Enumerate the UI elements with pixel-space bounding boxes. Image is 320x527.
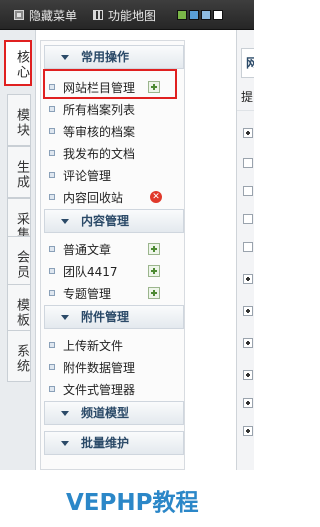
menu-item-articles[interactable]: 普通文章: [49, 239, 111, 259]
expand-icon[interactable]: [243, 338, 253, 348]
menu-item-file-manager[interactable]: 文件式管理器: [49, 379, 135, 399]
menu-item-label: 团队4417: [63, 264, 118, 279]
add-icon[interactable]: [148, 287, 160, 299]
bullet-icon: [49, 386, 55, 392]
menu-item-label: 附件数据管理: [63, 360, 136, 375]
content-tab[interactable]: 网: [241, 48, 254, 78]
menu-item-recycle-bin[interactable]: 内容回收站: [49, 187, 123, 207]
bullet-icon: [49, 128, 55, 134]
section-title: 附件管理: [81, 310, 130, 324]
content-panel: 网 提: [236, 30, 254, 470]
tab-system[interactable]: 系统: [7, 330, 31, 382]
menu-item-label: 内容回收站: [63, 190, 124, 205]
add-icon[interactable]: [148, 243, 160, 255]
side-menu: 常用操作 网站栏目管理 所有档案列表 等审核的档案 我发布的文档 评论管理 内容…: [40, 40, 185, 470]
row-checkbox[interactable]: [243, 158, 253, 168]
hide-menu-button[interactable]: 隐藏菜单: [14, 8, 78, 23]
bullet-icon: [49, 246, 55, 252]
section-title: 常用操作: [81, 50, 130, 64]
theme-swatch-blue[interactable]: [189, 10, 199, 20]
expand-icon[interactable]: [243, 274, 253, 284]
expand-icon[interactable]: [243, 370, 253, 380]
highlight-box: [43, 69, 177, 99]
menu-item-my-documents[interactable]: 我发布的文档: [49, 143, 135, 163]
menu-item-upload[interactable]: 上传新文件: [49, 335, 123, 355]
tab-members[interactable]: 会员: [7, 236, 31, 288]
chevron-down-icon: [61, 441, 69, 446]
menu-item-label: 普通文章: [63, 242, 112, 257]
divider: [237, 110, 254, 111]
hide-menu-icon: [14, 10, 24, 20]
bullet-icon: [49, 290, 55, 296]
menu-item-label: 上传新文件: [63, 338, 124, 353]
expand-icon[interactable]: [243, 306, 253, 316]
add-icon[interactable]: [148, 265, 160, 277]
menu-item-label: 所有档案列表: [63, 102, 136, 117]
submit-button[interactable]: 提: [241, 88, 253, 105]
theme-swatch-white[interactable]: [213, 10, 223, 20]
site-map-icon: [93, 10, 103, 20]
menu-item-label: 等审核的档案: [63, 124, 136, 139]
section-title: 频道模型: [81, 406, 130, 420]
tab-generate[interactable]: 生成: [7, 146, 31, 198]
site-map-label: 功能地图: [108, 8, 157, 23]
bullet-icon: [49, 150, 55, 156]
top-toolbar: 隐藏菜单 功能地图: [0, 0, 254, 30]
theme-swatches: [177, 10, 225, 20]
hide-menu-label: 隐藏菜单: [29, 8, 78, 23]
menu-item-topics[interactable]: 专题管理: [49, 283, 111, 303]
menu-item-pending-archives[interactable]: 等审核的档案: [49, 121, 135, 141]
menu-item-label: 评论管理: [63, 168, 112, 183]
expand-icon[interactable]: [243, 128, 253, 138]
section-title: 批量维护: [81, 436, 130, 450]
section-header-attachments[interactable]: 附件管理: [44, 305, 184, 329]
chevron-down-icon: [61, 55, 69, 60]
theme-swatch-green[interactable]: [177, 10, 187, 20]
menu-item-label: 专题管理: [63, 286, 112, 301]
menu-item-attachment-data[interactable]: 附件数据管理: [49, 357, 135, 377]
bullet-icon: [49, 172, 55, 178]
menu-item-label: 文件式管理器: [63, 382, 136, 397]
theme-swatch-lightblue[interactable]: [201, 10, 211, 20]
bullet-icon: [49, 364, 55, 370]
watermark-text: VEPHP教程: [66, 490, 199, 516]
row-checkbox[interactable]: [243, 242, 253, 252]
section-header-batch-maintenance[interactable]: 批量维护: [44, 431, 184, 455]
tab-core[interactable]: 核心: [4, 40, 32, 86]
row-checkbox[interactable]: [243, 214, 253, 224]
section-header-channel-models[interactable]: 频道模型: [44, 401, 184, 425]
chevron-down-icon: [61, 219, 69, 224]
tab-templates[interactable]: 模板: [7, 284, 31, 336]
delete-icon[interactable]: ✕: [150, 191, 162, 203]
section-title: 内容管理: [81, 214, 130, 228]
bullet-icon: [49, 194, 55, 200]
left-category-tabs: 核心 模块 生成 采集 会员 模板 系统: [0, 30, 36, 470]
menu-item-all-archives[interactable]: 所有档案列表: [49, 99, 135, 119]
tab-modules[interactable]: 模块: [7, 94, 31, 146]
bullet-icon: [49, 342, 55, 348]
bullet-icon: [49, 268, 55, 274]
row-checkbox[interactable]: [243, 186, 253, 196]
chevron-down-icon: [61, 315, 69, 320]
expand-icon[interactable]: [243, 426, 253, 436]
menu-item-comments[interactable]: 评论管理: [49, 165, 111, 185]
menu-item-team[interactable]: 团队4417: [49, 261, 118, 281]
menu-item-label: 我发布的文档: [63, 146, 136, 161]
chevron-down-icon: [61, 411, 69, 416]
section-header-content[interactable]: 内容管理: [44, 209, 184, 233]
site-map-button[interactable]: 功能地图: [93, 8, 157, 23]
bullet-icon: [49, 106, 55, 112]
section-header-common[interactable]: 常用操作: [44, 45, 184, 69]
expand-icon[interactable]: [243, 398, 253, 408]
